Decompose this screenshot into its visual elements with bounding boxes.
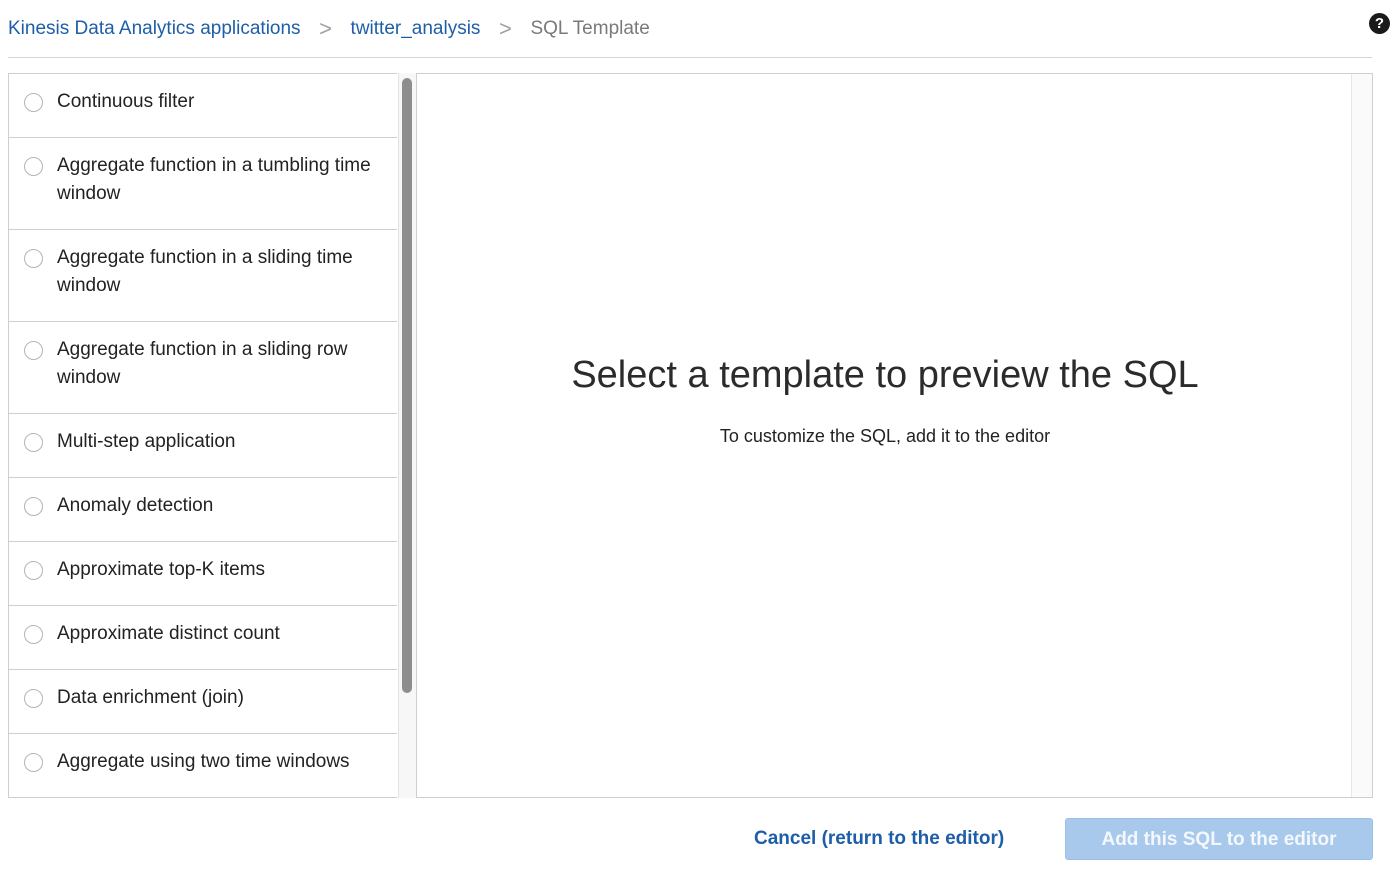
radio-button[interactable] [24,561,43,580]
template-option-continuous-filter[interactable]: Continuous filter [9,74,397,138]
breadcrumb-separator-icon: > [319,15,332,41]
template-option-label: Aggregate function in a sliding time win… [57,247,353,296]
help-icon[interactable]: ? [1369,13,1390,34]
radio-button[interactable] [24,157,43,176]
template-option-anomaly-detection[interactable]: Anomaly detection [9,478,397,542]
cancel-button[interactable]: Cancel (return to the editor) [754,828,1004,850]
sql-preview-pane: Select a template to preview the SQL To … [416,73,1373,798]
template-option-label: Approximate distinct count [57,623,280,644]
radio-button[interactable] [24,689,43,708]
template-option-label: Anomaly detection [57,495,214,516]
template-list: Continuous filter Aggregate function in … [8,73,397,798]
template-option-top-k[interactable]: Approximate top-K items [9,542,397,606]
template-option-label: Multi-step application [57,431,236,452]
template-option-label: Aggregate using two time windows [57,751,350,772]
radio-button[interactable] [24,93,43,112]
preview-subtitle: To customize the SQL, add it to the edit… [719,426,1051,446]
template-option-two-time-windows[interactable]: Aggregate using two time windows [9,734,397,798]
template-option-label: Continuous filter [57,91,195,112]
template-option-label: Approximate top-K items [57,559,266,580]
template-option-label: Data enrichment (join) [57,687,244,708]
add-sql-to-editor-button[interactable]: Add this SQL to the editor [1065,818,1373,860]
preview-scrollbar[interactable] [1351,74,1372,797]
radio-button[interactable] [24,497,43,516]
breadcrumb-link-application[interactable]: twitter_analysis [351,18,481,40]
breadcrumb: Kinesis Data Analytics applications > tw… [8,0,1372,58]
template-option-sliding-row-window[interactable]: Aggregate function in a sliding row wind… [9,322,397,414]
breadcrumb-current-page: SQL Template [530,17,650,39]
template-option-multi-step[interactable]: Multi-step application [9,414,397,478]
template-option-sliding-time-window[interactable]: Aggregate function in a sliding time win… [9,230,397,322]
preview-title: Select a template to preview the SQL [571,354,1199,396]
template-option-data-enrichment[interactable]: Data enrichment (join) [9,670,397,734]
breadcrumb-separator-icon: > [499,15,512,41]
template-list-scrollbar[interactable] [398,73,416,798]
radio-button[interactable] [24,341,43,360]
radio-button[interactable] [24,625,43,644]
template-option-label: Aggregate function in a tumbling time wi… [57,155,371,204]
template-option-label: Aggregate function in a sliding row wind… [57,339,348,388]
radio-button[interactable] [24,753,43,772]
template-option-tumbling-window[interactable]: Aggregate function in a tumbling time wi… [9,138,397,230]
scrollbar-thumb[interactable] [402,78,412,693]
radio-button[interactable] [24,433,43,452]
breadcrumb-link-applications[interactable]: Kinesis Data Analytics applications [8,18,301,40]
radio-button[interactable] [24,249,43,268]
template-option-distinct-count[interactable]: Approximate distinct count [9,606,397,670]
